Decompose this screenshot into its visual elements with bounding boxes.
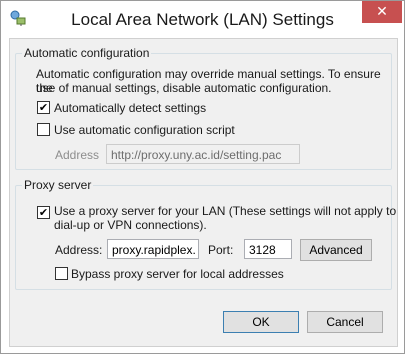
use-proxy-checkbox[interactable]: ✔ <box>37 206 50 219</box>
proxy-port-label: Port: <box>208 243 234 257</box>
use-proxy-label-line2[interactable]: dial-up or VPN connections). <box>54 218 207 232</box>
script-address-field[interactable]: http://proxy.uny.ac.id/setting.pac <box>106 144 300 164</box>
use-config-script-label[interactable]: Use automatic configuration script <box>54 123 235 137</box>
cancel-button[interactable]: Cancel <box>307 311 383 333</box>
automatic-configuration-title: Automatic configuration <box>22 46 152 60</box>
script-address-label: Address <box>55 148 100 162</box>
window-title: Local Area Network (LAN) Settings <box>71 10 334 29</box>
bypass-local-label[interactable]: Bypass proxy server for local addresses <box>71 267 284 281</box>
proxy-address-field[interactable]: proxy.rapidplex. <box>107 239 199 259</box>
check-icon: ✔ <box>38 206 49 219</box>
proxy-server-title: Proxy server <box>22 178 94 192</box>
dialog-body: Automatic configuration Automatic config… <box>9 38 398 347</box>
auto-detect-label[interactable]: Automatically detect settings <box>54 101 206 115</box>
title-bar[interactable]: Local Area Network (LAN) Settings ✕ <box>1 1 404 38</box>
proxy-address-label: Address: <box>55 243 103 257</box>
use-config-script-checkbox[interactable] <box>37 123 50 136</box>
lan-settings-dialog: Local Area Network (LAN) Settings ✕ Auto… <box>0 0 405 354</box>
auto-config-description-line2: use of manual settings, disable automati… <box>36 81 332 95</box>
proxy-port-field[interactable]: 3128 <box>244 239 292 259</box>
check-icon: ✔ <box>38 101 49 114</box>
close-icon: ✕ <box>376 4 388 20</box>
close-button[interactable]: ✕ <box>362 1 402 23</box>
bypass-local-checkbox[interactable] <box>55 267 68 280</box>
use-proxy-label-line1[interactable]: Use a proxy server for your LAN (These s… <box>54 204 396 218</box>
ok-button[interactable]: OK <box>223 311 299 333</box>
advanced-button[interactable]: Advanced <box>300 239 372 261</box>
auto-detect-checkbox[interactable]: ✔ <box>37 101 50 114</box>
